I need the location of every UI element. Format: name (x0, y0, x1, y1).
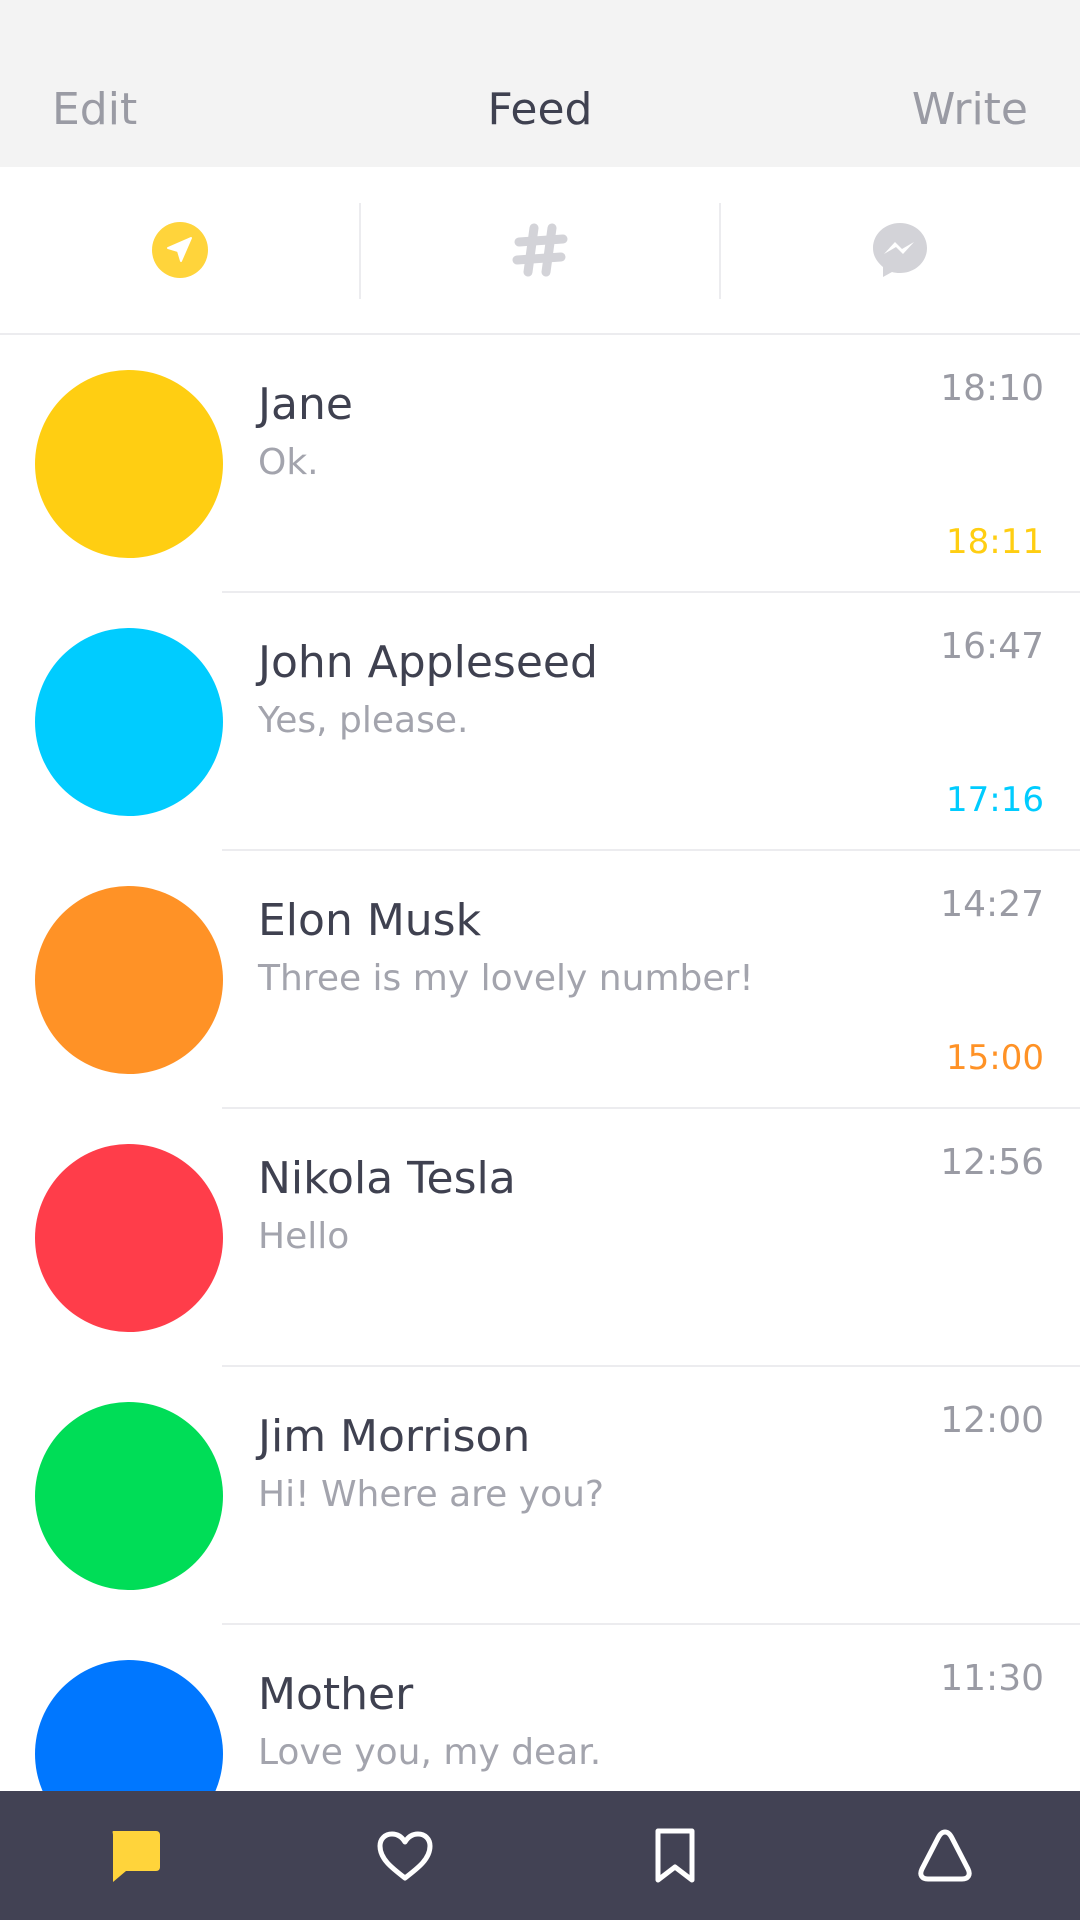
contact-name: Elon Musk (258, 895, 482, 946)
hashtag-icon (512, 223, 568, 277)
message-preview: Yes, please. (258, 700, 469, 741)
avatar (35, 1402, 223, 1590)
tab-notifications[interactable] (810, 1791, 1080, 1920)
tab-bookmarks[interactable] (540, 1791, 810, 1920)
contact-name: John Appleseed (258, 637, 598, 688)
contact-name: Nikola Tesla (258, 1153, 516, 1204)
segment-hashtag[interactable] (360, 167, 720, 333)
segment-send[interactable] (0, 167, 360, 333)
bell-icon (918, 1829, 972, 1881)
avatar (35, 370, 223, 558)
message-preview: Three is my lovely number! (258, 958, 754, 999)
list-item[interactable]: Mother Love you, my dear. 11:30 (0, 1625, 1080, 1791)
avatar (35, 1660, 223, 1791)
edit-button[interactable]: Edit (52, 82, 137, 138)
contact-name: Mother (258, 1669, 414, 1720)
message-time: 14:27 (940, 884, 1044, 925)
nav-header: Edit Feed Write (0, 0, 1080, 167)
message-time: 16:47 (940, 626, 1044, 667)
avatar (35, 1144, 223, 1332)
bookmark-icon (655, 1828, 695, 1882)
message-time: 11:30 (940, 1658, 1044, 1699)
list-item[interactable]: Nikola Tesla Hello 12:56 (0, 1109, 1080, 1367)
read-time: 15:00 (946, 1038, 1044, 1078)
list-item[interactable]: Elon Musk Three is my lovely number! 14:… (0, 851, 1080, 1109)
list-item[interactable]: Jane Ok. 18:10 18:11 (0, 335, 1080, 593)
avatar (35, 628, 223, 816)
conversation-list: Jane Ok. 18:10 18:11 John Appleseed Yes,… (0, 335, 1080, 1791)
message-preview: Hi! Where are you? (258, 1474, 605, 1515)
read-time: 18:11 (946, 522, 1044, 562)
tab-favorites[interactable] (270, 1791, 540, 1920)
message-preview: Hello (258, 1216, 350, 1257)
tab-bar (0, 1791, 1080, 1920)
contact-name: Jane (258, 379, 353, 430)
chat-bubble-icon (112, 1830, 160, 1882)
heart-icon (377, 1831, 433, 1880)
segment-control (0, 167, 1080, 335)
send-icon (152, 222, 208, 278)
message-preview: Love you, my dear. (258, 1732, 602, 1773)
list-item[interactable]: John Appleseed Yes, please. 16:47 17:16 (0, 593, 1080, 851)
message-time: 12:00 (940, 1400, 1044, 1441)
message-time: 18:10 (940, 368, 1044, 409)
messenger-icon (873, 223, 927, 277)
page-title: Feed (487, 84, 593, 135)
write-button[interactable]: Write (912, 82, 1028, 138)
read-time: 17:16 (946, 780, 1044, 820)
list-item[interactable]: Jim Morrison Hi! Where are you? 12:00 (0, 1367, 1080, 1625)
contact-name: Jim Morrison (258, 1411, 531, 1462)
message-preview: Ok. (258, 442, 319, 483)
tab-chats[interactable] (0, 1791, 270, 1920)
segment-messenger[interactable] (720, 167, 1080, 333)
message-time: 12:56 (940, 1142, 1044, 1183)
avatar (35, 886, 223, 1074)
